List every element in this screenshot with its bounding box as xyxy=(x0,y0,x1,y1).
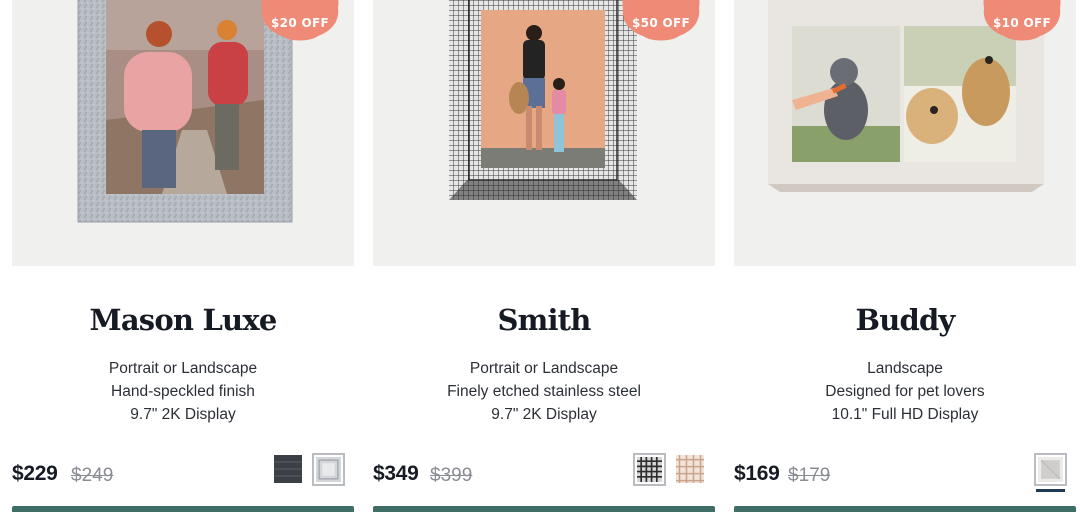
feature-display: 10.1" Full HD Display xyxy=(831,406,979,423)
feature-display: 9.7" 2K Display xyxy=(491,406,597,423)
compare-price: $179 xyxy=(788,465,831,486)
discount-badge: $20 OFF xyxy=(260,0,340,42)
product-card-smith: $50 OFF Smith Portrait or Landscape Fine… xyxy=(373,0,715,512)
add-to-cart-button[interactable] xyxy=(734,506,1076,512)
compare-price: $399 xyxy=(430,465,473,486)
product-features: Portrait or Landscape Finely etched stai… xyxy=(373,357,715,426)
product-features: Portrait or Landscape Hand-speckled fini… xyxy=(12,357,354,426)
product-card-buddy: $10 OFF Buddy Landscape Designed for pet… xyxy=(734,0,1076,512)
sale-price: $349 xyxy=(373,462,419,485)
swatch-graphite[interactable] xyxy=(274,455,302,483)
feature-orientation: Portrait or Landscape xyxy=(108,360,258,377)
sale-price: $229 xyxy=(12,462,58,485)
feature-finish: Hand-speckled finish xyxy=(111,383,255,400)
swatch-white[interactable] xyxy=(1034,453,1067,492)
price-row: $229 $249 xyxy=(12,462,354,490)
selected-swatch-indicator xyxy=(1036,489,1065,492)
discount-badge-label: $50 OFF xyxy=(632,16,690,30)
product-name[interactable]: Smith xyxy=(373,303,715,337)
swatch-brass-mesh[interactable] xyxy=(676,455,704,483)
product-features: Landscape Designed for pet lovers 10.1" … xyxy=(734,357,1076,426)
product-image-mason-luxe[interactable]: $20 OFF xyxy=(12,0,354,266)
swatch-steel-mesh[interactable] xyxy=(633,453,666,486)
feature-finish: Finely etched stainless steel xyxy=(447,383,641,400)
add-to-cart-button[interactable] xyxy=(12,506,354,512)
product-image-smith[interactable]: $50 OFF xyxy=(373,0,715,266)
add-to-cart-button[interactable] xyxy=(373,506,715,512)
price-row: $169 $179 xyxy=(734,462,1076,490)
product-name[interactable]: Buddy xyxy=(734,303,1076,337)
discount-badge: $50 OFF xyxy=(621,0,701,42)
sale-price: $169 xyxy=(734,462,780,485)
product-card-mason-luxe: $20 OFF Mason Luxe Portrait or Landscape… xyxy=(12,0,354,512)
feature-display: 9.7" 2K Display xyxy=(130,406,236,423)
swatch-sea-salt[interactable] xyxy=(312,453,345,486)
feature-purpose: Designed for pet lovers xyxy=(825,383,985,400)
feature-orientation: Portrait or Landscape xyxy=(469,360,619,377)
discount-badge: $10 OFF xyxy=(982,0,1062,42)
product-image-buddy[interactable]: $10 OFF xyxy=(734,0,1076,266)
discount-badge-label: $10 OFF xyxy=(993,16,1051,30)
discount-badge-label: $20 OFF xyxy=(271,16,329,30)
feature-orientation: Landscape xyxy=(867,360,943,377)
compare-price: $249 xyxy=(71,465,114,486)
product-name[interactable]: Mason Luxe xyxy=(12,303,354,337)
